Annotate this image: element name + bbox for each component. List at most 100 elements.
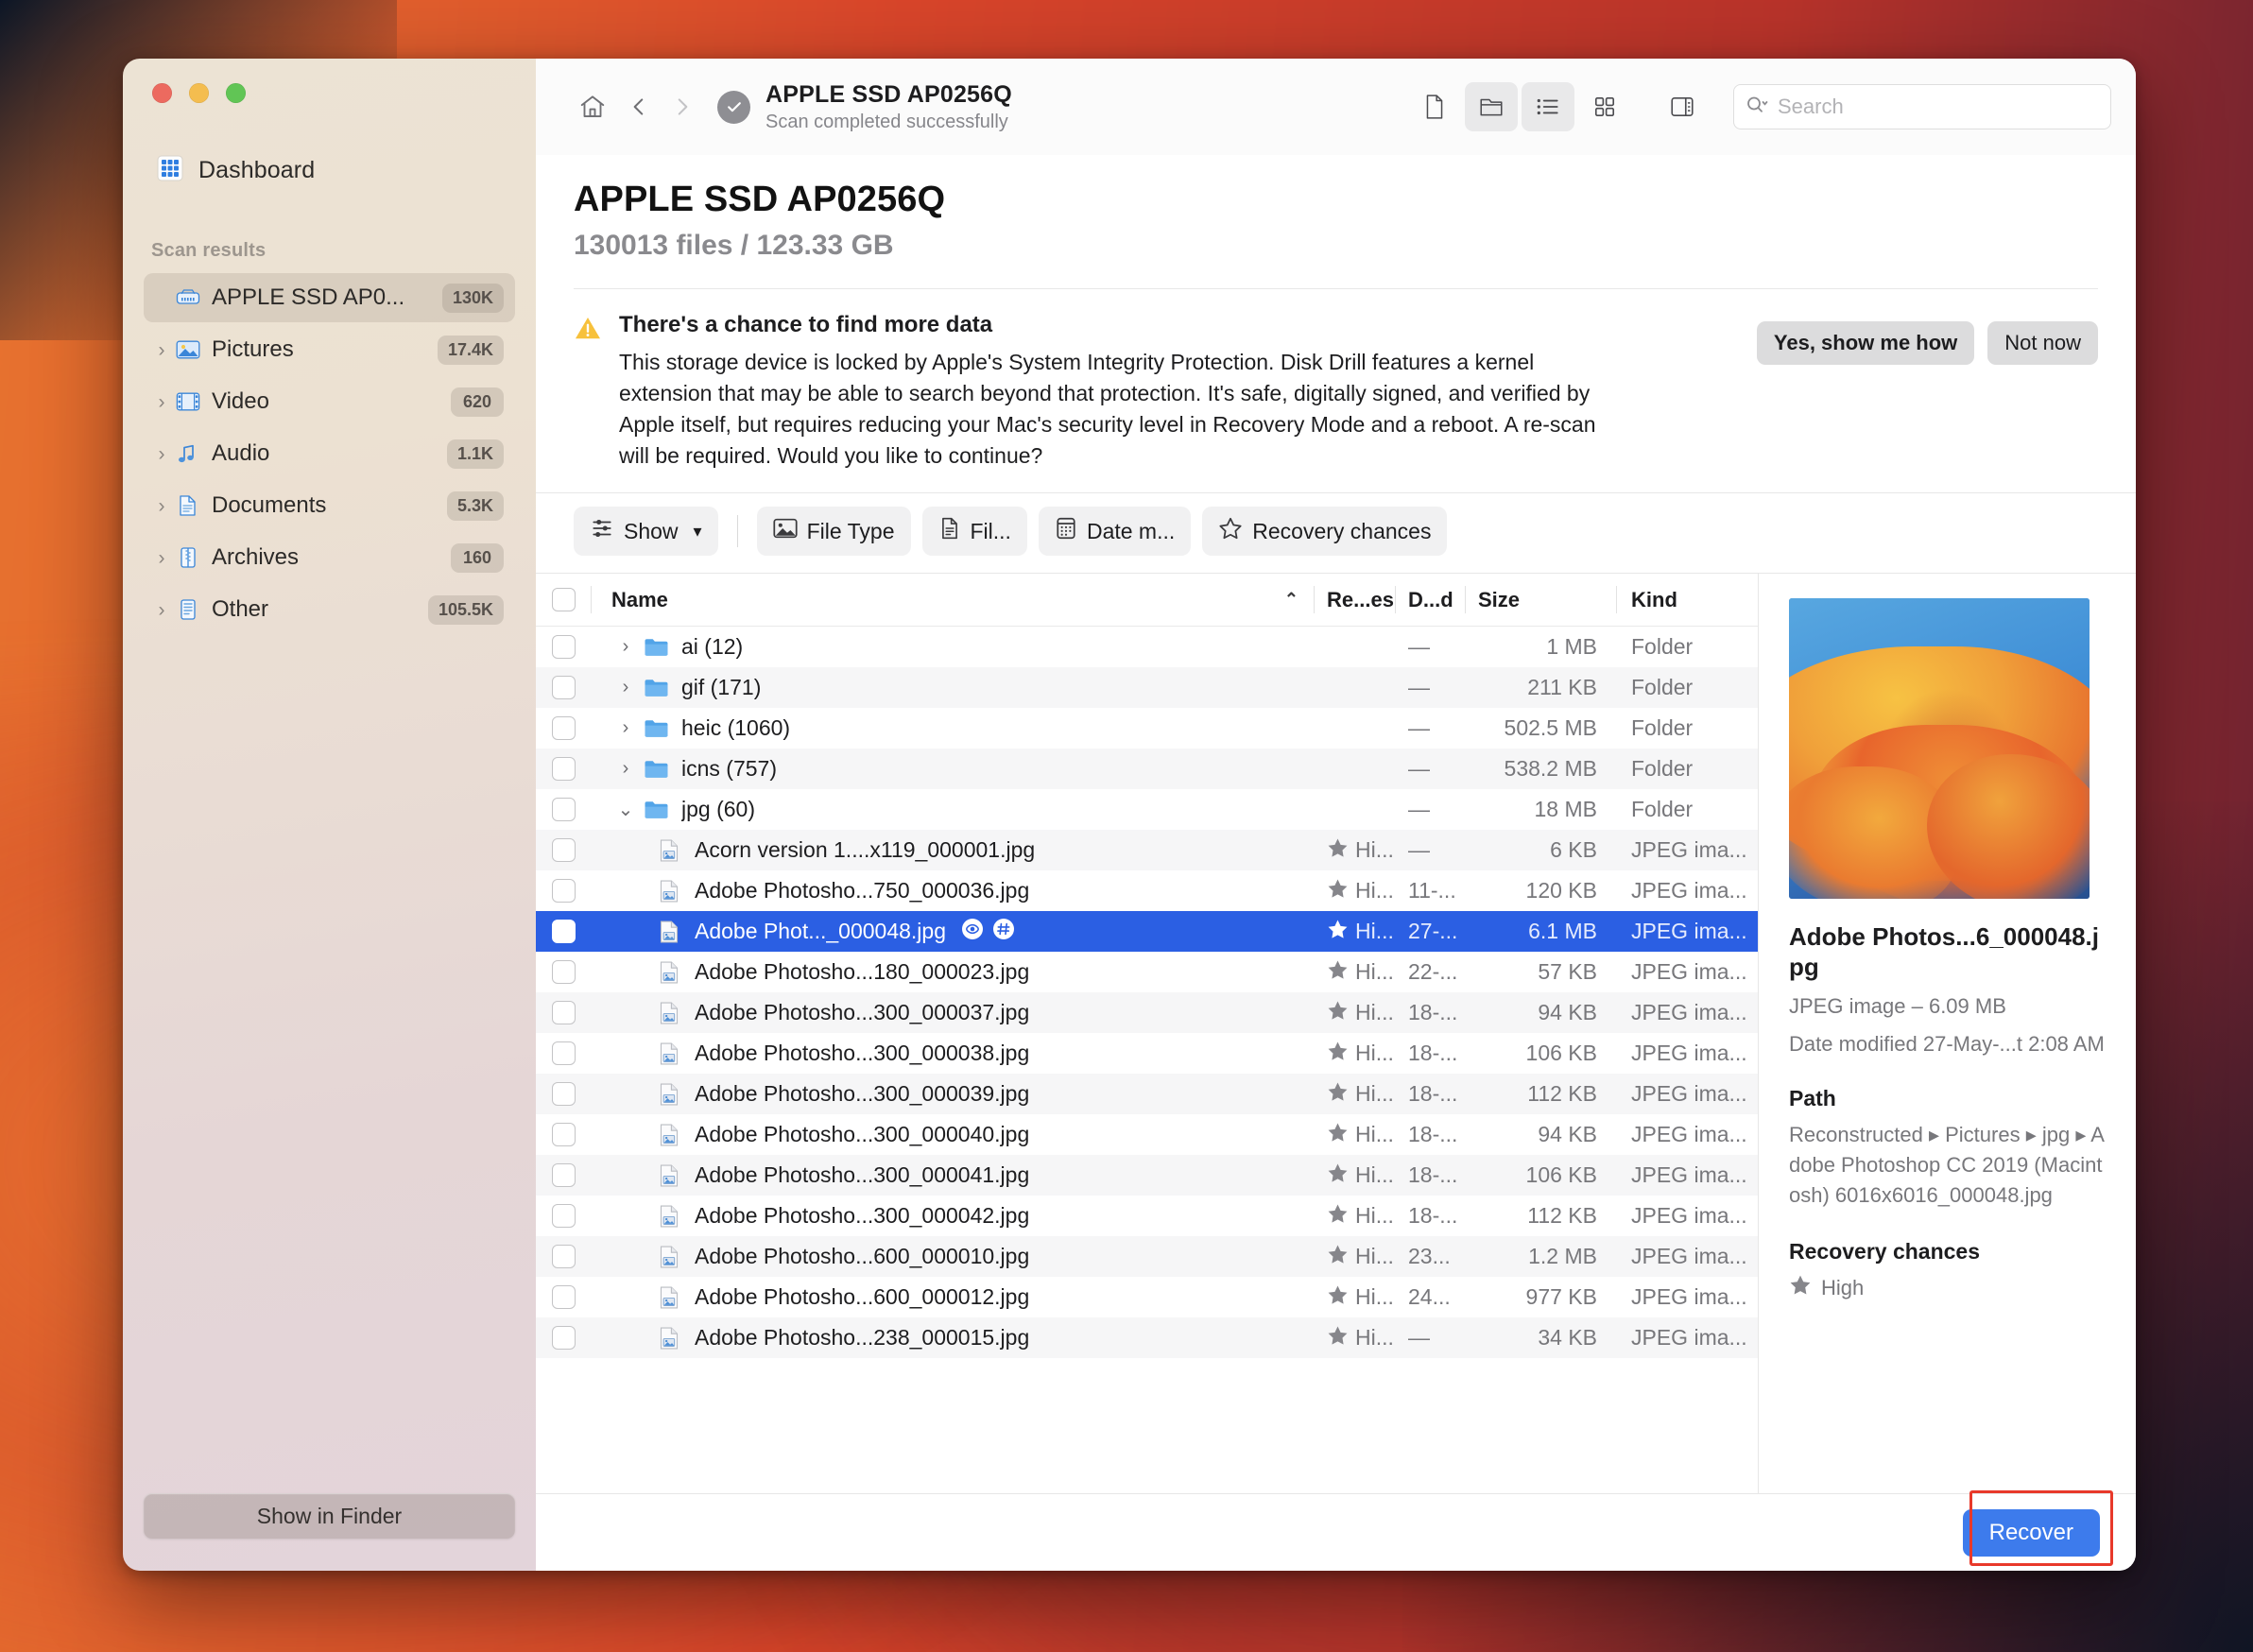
row-checkbox-cell[interactable] [536,789,591,830]
row-checkbox[interactable] [551,757,576,781]
row-checkbox-cell[interactable] [536,1317,591,1358]
row-checkbox-cell[interactable] [536,830,591,870]
back-arrow-icon[interactable] [617,82,661,131]
row-name-cell[interactable]: ⌄ jpg (60) [591,789,1314,830]
chevron-right-icon[interactable]: › [611,758,640,780]
column-header-recovery-chances[interactable]: Re...es [1314,574,1395,626]
row-name-cell[interactable]: Adobe Photosho...600_000010.jpg [591,1236,1314,1277]
sidebar-toggle-icon[interactable] [1656,82,1709,131]
table-row[interactable]: Adobe Photosho...600_000010.jpg Hi... 23..… [536,1236,1758,1277]
row-checkbox[interactable] [551,716,576,740]
row-checkbox-cell[interactable] [536,1114,591,1155]
chevron-right-icon[interactable]: › [151,496,172,516]
sidebar-item-other[interactable]: › Other 105.5K [144,585,515,634]
chevron-right-icon[interactable]: › [611,717,640,739]
table-row[interactable]: › ai (12) — 1 MB Folder [536,627,1758,667]
chevron-right-icon[interactable]: › [151,600,172,620]
row-checkbox[interactable] [551,838,576,862]
column-header-date-modified[interactable]: D...d [1395,574,1465,626]
chevron-right-icon[interactable]: › [611,636,640,658]
chevron-right-icon[interactable]: › [151,444,172,464]
row-checkbox[interactable] [551,1285,576,1309]
row-checkbox[interactable] [551,1163,576,1187]
search-input[interactable] [1778,95,2099,119]
table-row[interactable]: Adobe Photosho...300_000042.jpg Hi... 18-.… [536,1196,1758,1236]
select-all-checkbox[interactable] [551,588,576,611]
sidebar-item-documents[interactable]: › Documents 5.3K [144,481,515,530]
row-checkbox-cell[interactable] [536,1277,591,1317]
chevron-right-icon[interactable]: › [151,340,172,360]
row-checkbox[interactable] [551,960,576,984]
table-row[interactable]: Adobe Photosho...600_000012.jpg Hi... 24..… [536,1277,1758,1317]
row-checkbox-cell[interactable] [536,911,591,952]
table-row[interactable]: Adobe Photosho...300_000039.jpg Hi... 18-.… [536,1074,1758,1114]
row-name-cell[interactable]: Adobe Phot..._000048.jpg [591,911,1314,952]
column-header-size[interactable]: Size [1465,574,1616,626]
zoom-button[interactable] [226,83,246,103]
recover-button[interactable]: Recover [1962,1508,2100,1557]
column-header-name[interactable]: Name ⌃ [591,574,1314,626]
row-checkbox-cell[interactable] [536,992,591,1033]
table-row[interactable]: Adobe Photosho...750_000036.jpg Hi... 11-.… [536,870,1758,911]
row-checkbox[interactable] [551,1082,576,1106]
sidebar-item-pictures[interactable]: › Pictures 17.4K [144,325,515,374]
row-checkbox[interactable] [551,879,576,903]
search-box[interactable] [1733,84,2111,129]
table-row[interactable]: Adobe Photosho...300_000037.jpg Hi... 18-.… [536,992,1758,1033]
row-checkbox[interactable] [551,635,576,659]
list-view-icon[interactable] [1522,82,1574,131]
row-checkbox-cell[interactable] [536,1196,591,1236]
filter-chip-file-type[interactable]: File Type [756,507,911,556]
minimize-button[interactable] [189,83,209,103]
row-name-cell[interactable]: › ai (12) [591,627,1314,667]
table-row[interactable]: ⌄ jpg (60) — 18 MB Folder [536,789,1758,830]
table-row[interactable]: › heic (1060) — 502.5 MB Folder [536,708,1758,749]
sidebar-item-archives[interactable]: › Archives 160 [144,533,515,582]
table-row[interactable]: Adobe Photosho...238_000015.jpg Hi... — 34 … [536,1317,1758,1358]
row-checkbox-cell[interactable] [536,667,591,708]
show-in-finder-button[interactable]: Show in Finder [144,1493,515,1539]
row-checkbox-cell[interactable] [536,627,591,667]
table-row[interactable]: › icns (757) — 538.2 MB Folder [536,749,1758,789]
folder-view-icon[interactable] [1465,82,1518,131]
row-name-cell[interactable]: › gif (171) [591,667,1314,708]
grid-view-icon[interactable] [1578,82,1631,131]
chevron-right-icon[interactable]: › [151,392,172,412]
filter-chip-file-size[interactable]: Fil... [921,507,1027,556]
column-header-kind[interactable]: Kind [1616,574,1758,626]
chevron-down-icon[interactable]: ⌄ [611,798,640,821]
row-name-cell[interactable]: Adobe Photosho...750_000036.jpg [591,870,1314,911]
row-name-cell[interactable]: Acorn version 1....x119_000001.jpg [591,830,1314,870]
filter-chip-show[interactable]: Show ▾ [574,507,718,556]
row-name-cell[interactable]: › icns (757) [591,749,1314,789]
row-checkbox[interactable] [551,1041,576,1065]
row-checkbox[interactable] [551,798,576,821]
row-checkbox-cell[interactable] [536,708,591,749]
row-name-cell[interactable]: Adobe Photosho...600_000012.jpg [591,1277,1314,1317]
eye-icon[interactable] [961,918,984,946]
table-row[interactable]: Adobe Photosho...300_000041.jpg Hi... 18-.… [536,1155,1758,1196]
row-checkbox-cell[interactable] [536,952,591,992]
row-name-cell[interactable]: Adobe Photosho...300_000041.jpg [591,1155,1314,1196]
not-now-button[interactable]: Not now [1987,321,2098,365]
row-checkbox[interactable] [551,1001,576,1024]
row-checkbox-cell[interactable] [536,749,591,789]
chevron-right-icon[interactable]: › [151,548,172,568]
row-checkbox[interactable] [551,1123,576,1146]
row-checkbox[interactable] [551,1204,576,1228]
filter-chip-date-modified[interactable]: Date m... [1038,507,1192,556]
yes-show-me-how-button[interactable]: Yes, show me how [1756,321,1975,365]
close-button[interactable] [152,83,172,103]
row-name-cell[interactable]: Adobe Photosho...238_000015.jpg [591,1317,1314,1358]
sidebar-item-audio[interactable]: › Audio 1.1K [144,429,515,478]
row-name-cell[interactable]: Adobe Photosho...300_000039.jpg [591,1074,1314,1114]
table-row[interactable]: Adobe Photosho...300_000040.jpg Hi... 18-.… [536,1114,1758,1155]
row-checkbox[interactable] [551,920,576,943]
row-checkbox[interactable] [551,676,576,699]
row-checkbox-cell[interactable] [536,870,591,911]
table-row[interactable]: Adobe Photosho...180_000023.jpg Hi... 22-.… [536,952,1758,992]
row-name-cell[interactable]: Adobe Photosho...300_000037.jpg [591,992,1314,1033]
home-icon[interactable] [568,82,617,131]
sidebar-item-apple-ssd-ap0[interactable]: APPLE SSD AP0... 130K [144,273,515,322]
table-row[interactable]: › gif (171) — 211 KB Folder [536,667,1758,708]
